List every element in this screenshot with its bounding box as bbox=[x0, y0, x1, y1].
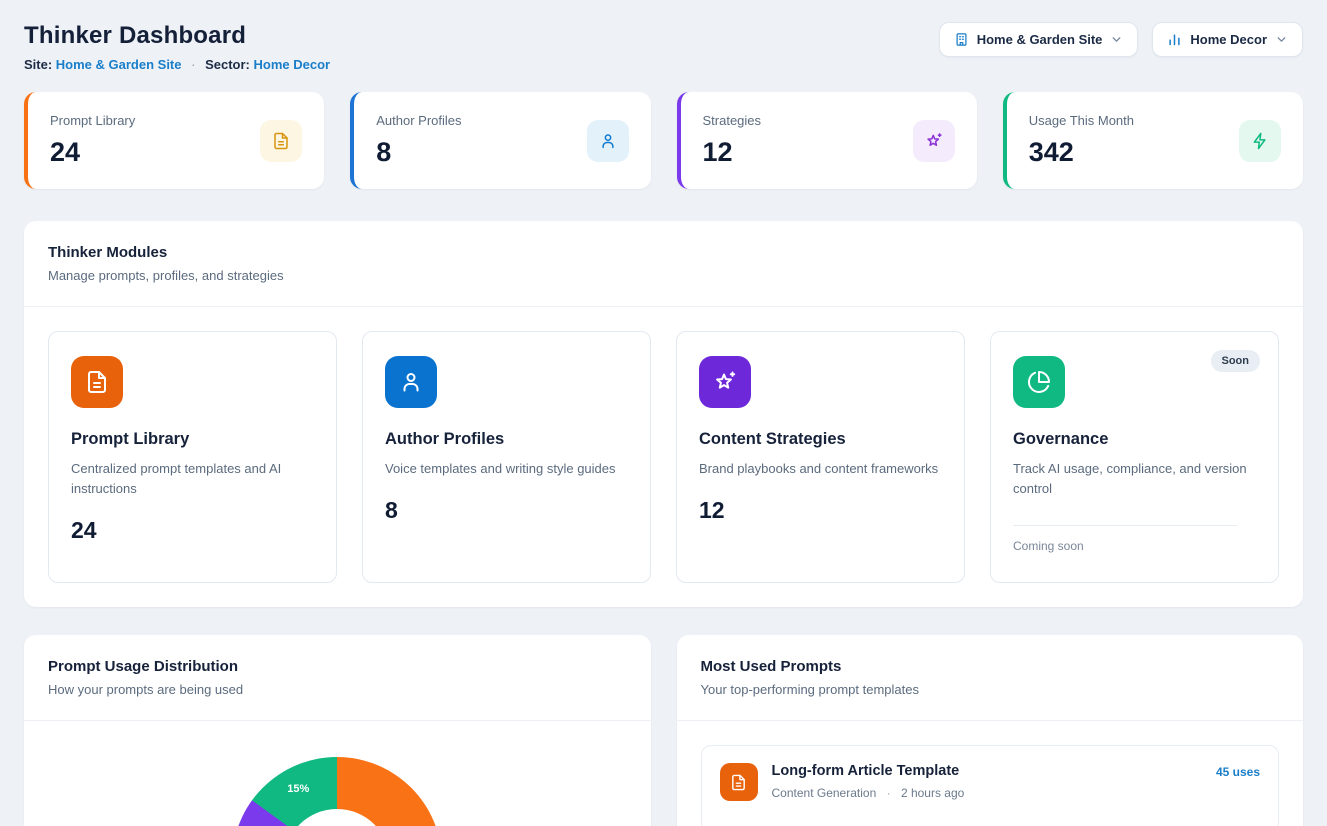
stat-label: Usage This Month bbox=[1029, 113, 1134, 128]
module-card-author-profiles[interactable]: Author Profiles Voice templates and writ… bbox=[362, 331, 651, 583]
pie-chart-icon bbox=[1013, 356, 1065, 408]
building-icon bbox=[954, 32, 969, 47]
donut-segment-label: 15% bbox=[287, 783, 309, 795]
separator-dot: · bbox=[887, 786, 891, 800]
prompts-title: Most Used Prompts bbox=[701, 658, 1280, 675]
stat-label: Author Profiles bbox=[376, 113, 461, 128]
lightning-icon bbox=[1239, 120, 1281, 162]
module-count: 8 bbox=[385, 497, 628, 524]
chart-area: 15% bbox=[24, 721, 651, 826]
prompt-usage-panel: Prompt Usage Distribution How your promp… bbox=[24, 635, 651, 826]
site-selector-label: Home & Garden Site bbox=[977, 32, 1103, 47]
stat-value: 342 bbox=[1029, 137, 1134, 168]
prompts-subtitle: Your top-performing prompt templates bbox=[701, 682, 1280, 697]
prompt-uses-badge: 45 uses bbox=[1216, 765, 1260, 779]
stat-card-prompt-library: Prompt Library 24 bbox=[24, 92, 324, 189]
coming-soon-text: Coming soon bbox=[1013, 539, 1256, 553]
prompt-meta: Content Generation · 2 hours ago bbox=[772, 786, 965, 800]
separator-dot: · bbox=[191, 57, 195, 72]
prompt-title: Long-form Article Template bbox=[772, 763, 965, 779]
usage-title: Prompt Usage Distribution bbox=[48, 658, 627, 675]
sector-selector-button[interactable]: Home Decor bbox=[1152, 22, 1303, 57]
sparkle-star-icon bbox=[699, 356, 751, 408]
sector-selector-label: Home Decor bbox=[1190, 32, 1267, 47]
module-card-content-strategies[interactable]: Content Strategies Brand playbooks and c… bbox=[676, 331, 965, 583]
page-title: Thinker Dashboard bbox=[24, 22, 330, 50]
prompts-header: Most Used Prompts Your top-performing pr… bbox=[677, 635, 1304, 720]
module-description: Brand playbooks and content frameworks bbox=[699, 459, 942, 479]
document-icon bbox=[720, 763, 758, 801]
stat-label: Prompt Library bbox=[50, 113, 135, 128]
header-left: Thinker Dashboard Site: Home & Garden Si… bbox=[24, 22, 330, 72]
modules-subtitle: Manage prompts, profiles, and strategies bbox=[48, 268, 1279, 283]
sector-label: Sector: bbox=[205, 57, 250, 72]
sector-link[interactable]: Home Decor bbox=[254, 57, 331, 72]
module-card-prompt-library[interactable]: Prompt Library Centralized prompt templa… bbox=[48, 331, 337, 583]
site-link[interactable]: Home & Garden Site bbox=[56, 57, 182, 72]
stat-card-author-profiles: Author Profiles 8 bbox=[350, 92, 650, 189]
thinker-modules-panel: Thinker Modules Manage prompts, profiles… bbox=[24, 221, 1303, 607]
module-description: Track AI usage, compliance, and version … bbox=[1013, 459, 1256, 499]
site-selector-button[interactable]: Home & Garden Site bbox=[939, 22, 1139, 57]
bar-chart-icon bbox=[1167, 32, 1182, 47]
document-icon bbox=[71, 356, 123, 408]
module-count: 12 bbox=[699, 497, 942, 524]
person-icon bbox=[385, 356, 437, 408]
bottom-row: Prompt Usage Distribution How your promp… bbox=[24, 635, 1303, 826]
prompt-time: 2 hours ago bbox=[901, 786, 964, 800]
module-title: Prompt Library bbox=[71, 430, 314, 449]
modules-header: Thinker Modules Manage prompts, profiles… bbox=[24, 221, 1303, 306]
stat-card-strategies: Strategies 12 bbox=[677, 92, 977, 189]
stat-text: Usage This Month 342 bbox=[1029, 113, 1134, 168]
module-title: Governance bbox=[1013, 430, 1256, 449]
module-description: Centralized prompt templates and AI inst… bbox=[71, 459, 314, 499]
prompt-text: Long-form Article Template Content Gener… bbox=[772, 761, 965, 800]
module-description: Voice templates and writing style guides bbox=[385, 459, 628, 479]
breadcrumb: Site: Home & Garden Site · Sector: Home … bbox=[24, 57, 330, 72]
module-title: Content Strategies bbox=[699, 430, 942, 449]
document-icon bbox=[260, 120, 302, 162]
sparkle-star-icon bbox=[913, 120, 955, 162]
prompt-list-item[interactable]: Long-form Article Template Content Gener… bbox=[701, 745, 1280, 826]
header-selectors: Home & Garden Site Home Decor bbox=[939, 22, 1303, 57]
stat-card-usage: Usage This Month 342 bbox=[1003, 92, 1303, 189]
prompts-list: Long-form Article Template Content Gener… bbox=[677, 721, 1304, 826]
site-label: Site: bbox=[24, 57, 52, 72]
most-used-prompts-panel: Most Used Prompts Your top-performing pr… bbox=[677, 635, 1304, 826]
module-count: 24 bbox=[71, 517, 314, 544]
soon-badge: Soon bbox=[1211, 350, 1261, 372]
stat-text: Strategies 12 bbox=[703, 113, 762, 168]
stat-value: 12 bbox=[703, 137, 762, 168]
stat-text: Prompt Library 24 bbox=[50, 113, 135, 168]
modules-grid: Prompt Library Centralized prompt templa… bbox=[24, 307, 1303, 607]
chevron-down-icon bbox=[1275, 33, 1288, 46]
divider bbox=[1013, 525, 1237, 526]
modules-title: Thinker Modules bbox=[48, 244, 1279, 261]
donut-chart: 15% bbox=[232, 757, 442, 826]
usage-header: Prompt Usage Distribution How your promp… bbox=[24, 635, 651, 720]
stat-value: 24 bbox=[50, 137, 135, 168]
chevron-down-icon bbox=[1110, 33, 1123, 46]
stat-text: Author Profiles 8 bbox=[376, 113, 461, 168]
prompt-category: Content Generation bbox=[772, 786, 877, 800]
usage-subtitle: How your prompts are being used bbox=[48, 682, 627, 697]
module-title: Author Profiles bbox=[385, 430, 628, 449]
stats-row: Prompt Library 24 Author Profiles 8 Stra… bbox=[24, 92, 1303, 189]
dashboard-page: Thinker Dashboard Site: Home & Garden Si… bbox=[0, 0, 1327, 826]
stat-label: Strategies bbox=[703, 113, 762, 128]
person-icon bbox=[587, 120, 629, 162]
module-card-governance[interactable]: Soon Governance Track AI usage, complian… bbox=[990, 331, 1279, 583]
stat-value: 8 bbox=[376, 137, 461, 168]
header: Thinker Dashboard Site: Home & Garden Si… bbox=[24, 22, 1303, 72]
